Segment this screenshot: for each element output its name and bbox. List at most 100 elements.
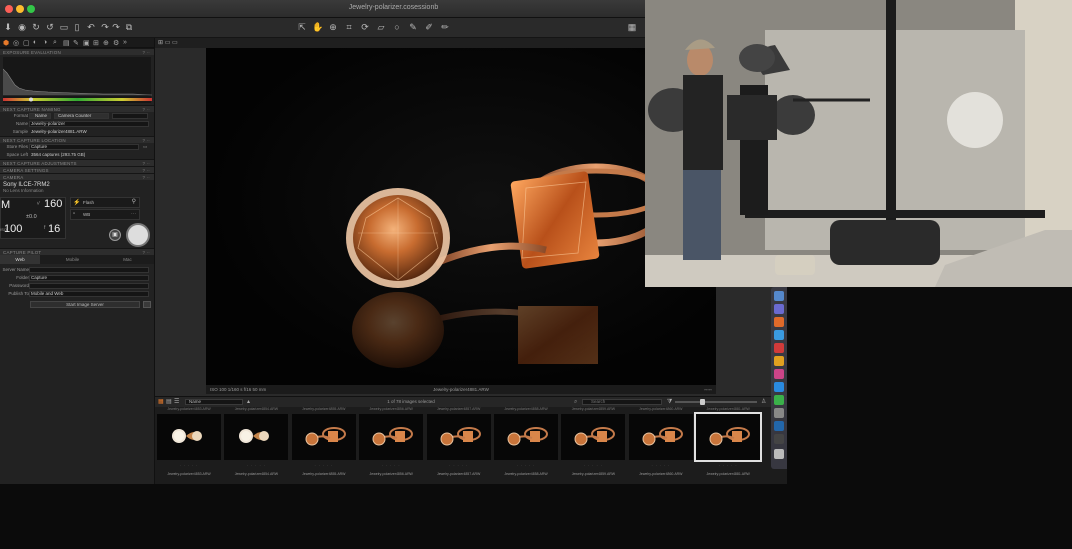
crop-icon[interactable]: ⌗	[344, 22, 354, 32]
filter-icon[interactable]: ⧩	[667, 397, 672, 407]
thumbnail[interactable]	[426, 414, 491, 460]
keystone-icon[interactable]: ⏥	[376, 22, 386, 32]
thumbnail[interactable]	[628, 414, 693, 460]
cursor-icon[interactable]: ⇱	[297, 22, 307, 32]
exposure-tab-icon[interactable]: ◑	[43, 39, 47, 46]
detail-tab-icon[interactable]: ⌕	[53, 39, 57, 47]
iso-value[interactable]: 100	[4, 223, 22, 235]
more-tab-icon[interactable]: »	[123, 39, 127, 46]
tab-mac[interactable]: Mac	[105, 255, 150, 264]
trash-dock-icon[interactable]	[774, 449, 784, 459]
search-input[interactable]: Search	[582, 399, 662, 405]
thumbnail-size-slider[interactable]	[675, 401, 757, 403]
adjust-tab-icon[interactable]: ✎	[73, 39, 79, 47]
thumbnail-rating[interactable]: · · · · ·	[224, 464, 288, 468]
redo-icon[interactable]: ↷	[100, 22, 110, 32]
camera-section-header[interactable]: CAMERA ? ··	[0, 173, 154, 180]
copy-adjustments-icon[interactable]: ⧉	[124, 22, 134, 32]
location-section-header[interactable]: NEXT CAPTURE LOCATION ? ··	[0, 136, 154, 143]
import-icon[interactable]: ⬇	[3, 22, 13, 32]
local-tab-icon[interactable]: ▤	[63, 39, 70, 47]
notes-icon[interactable]	[774, 356, 784, 366]
thumbnail-rating[interactable]: · · · · ·	[696, 464, 760, 468]
shutter-speed[interactable]: 160	[44, 198, 62, 210]
thumbnail-rating[interactable]: · · · · ·	[359, 464, 423, 468]
exposure-mode[interactable]: M	[1, 199, 10, 211]
thumbnail[interactable]	[561, 414, 626, 460]
capture-one-icon[interactable]	[774, 434, 784, 444]
aperture-value[interactable]: 16	[48, 223, 60, 235]
output-tab-icon[interactable]: ⊞	[93, 39, 99, 47]
camera-tab-icon[interactable]: ▢	[23, 39, 30, 47]
tab-mobile[interactable]: Mobile	[50, 255, 95, 264]
itunes-icon[interactable]	[774, 369, 784, 379]
thumbnail[interactable]	[224, 414, 289, 460]
capture-pilot-section-header[interactable]: CAPTURE PILOT ? ··	[0, 248, 154, 255]
capture-button[interactable]	[126, 223, 150, 247]
thumbnail-size-handle[interactable]	[700, 399, 705, 405]
exposure-compensation[interactable]: ±0.0	[26, 214, 37, 220]
pan-icon[interactable]: ✋	[312, 22, 323, 32]
color-tab-icon[interactable]: ◐	[33, 39, 37, 46]
rotate-right-icon[interactable]: ↺	[45, 22, 55, 32]
layout-icon[interactable]: ▦	[627, 22, 637, 32]
brush-icon[interactable]: ✎	[408, 22, 418, 32]
tab-web[interactable]: Web	[0, 255, 40, 264]
wb-more-icon[interactable]: ···	[131, 211, 136, 217]
calendar-icon[interactable]	[774, 343, 784, 353]
thumbnail[interactable]	[157, 414, 221, 460]
firefox-icon[interactable]	[774, 317, 784, 327]
flash-control[interactable]: ⚡ Flash ⚲	[70, 197, 140, 208]
thumbnail[interactable]	[359, 414, 424, 460]
camera-icon[interactable]: ◉	[17, 22, 27, 32]
messages-icon[interactable]	[774, 395, 784, 405]
zoom-icon[interactable]: ⊕	[328, 22, 338, 32]
main-image[interactable]	[206, 48, 716, 386]
undo-icon[interactable]: ↶	[86, 22, 96, 32]
app-store-icon[interactable]	[774, 382, 784, 392]
metadata-tab-icon[interactable]: ▣	[83, 39, 90, 47]
picker-icon[interactable]: ✐	[424, 22, 434, 32]
thumbnail-rating[interactable]: · · · · ·	[427, 464, 491, 468]
live-view-icon[interactable]: ▣	[109, 229, 121, 241]
rotate-icon[interactable]: ↻	[31, 22, 41, 32]
thumbnail-rating[interactable]: · · · · ·	[157, 464, 221, 468]
rotate-tool-icon[interactable]: ⟳	[360, 22, 370, 32]
thumbnail[interactable]	[291, 414, 356, 460]
batch-tab-icon[interactable]: ⊕	[103, 39, 109, 47]
thumbnail-rating[interactable]: · · · · ·	[494, 464, 558, 468]
finder-icon[interactable]	[774, 291, 784, 301]
thumbnail-rating[interactable]: · · · · ·	[629, 464, 693, 468]
start-image-server-button[interactable]: Start Image Server	[30, 301, 140, 308]
undo-redo-icon[interactable]: ↷	[111, 22, 121, 32]
thumbnail[interactable]	[494, 414, 558, 460]
annotate-icon[interactable]: ✏	[440, 22, 450, 32]
camera-settings-section-header[interactable]: CAMERA SETTINGS ? ··	[0, 166, 154, 173]
section-help-icon[interactable]: ? ··	[142, 49, 150, 56]
capture-tab-icon[interactable]: ⬢	[3, 39, 9, 47]
server-status-toggle[interactable]	[143, 301, 151, 308]
viewer-zoom-controls[interactable]: ▫▫▫▫▫	[704, 385, 712, 394]
format-edit-button[interactable]	[112, 113, 148, 119]
lens-tab-icon[interactable]: ◎	[13, 39, 19, 47]
sync-tab-icon[interactable]: ⚙	[113, 39, 119, 47]
viewer-grid-icon[interactable]: ⊞ ▭ ▭	[158, 39, 178, 46]
thumbnail-rating[interactable]: · · · · ·	[561, 464, 625, 468]
trash-icon[interactable]: ▯	[72, 22, 82, 32]
folder-icon[interactable]: ▭	[59, 22, 69, 32]
password-input[interactable]	[29, 283, 149, 289]
folder-browse-icon[interactable]: ▭	[143, 143, 147, 151]
thumbnail[interactable]	[694, 412, 763, 462]
thumbnail-rating[interactable]: · · · · ·	[292, 464, 356, 468]
person-icon[interactable]: ♙	[761, 397, 766, 407]
wb-control[interactable]: ▫ WB ···	[70, 209, 140, 220]
safari-icon[interactable]	[774, 330, 784, 340]
photoshop-icon[interactable]	[774, 421, 784, 431]
settings-wrench-icon[interactable]: ⚲	[132, 198, 136, 205]
server-name-input[interactable]	[29, 267, 149, 273]
adjustments-section-header[interactable]: NEXT CAPTURE ADJUSTMENTS ? ··	[0, 159, 154, 166]
exposure-section-header[interactable]: EXPOSURE EVALUATION ? ··	[0, 48, 154, 55]
spot-icon[interactable]: ○	[392, 22, 402, 32]
launchpad-icon[interactable]	[774, 304, 784, 314]
preferences-icon[interactable]	[774, 408, 784, 418]
